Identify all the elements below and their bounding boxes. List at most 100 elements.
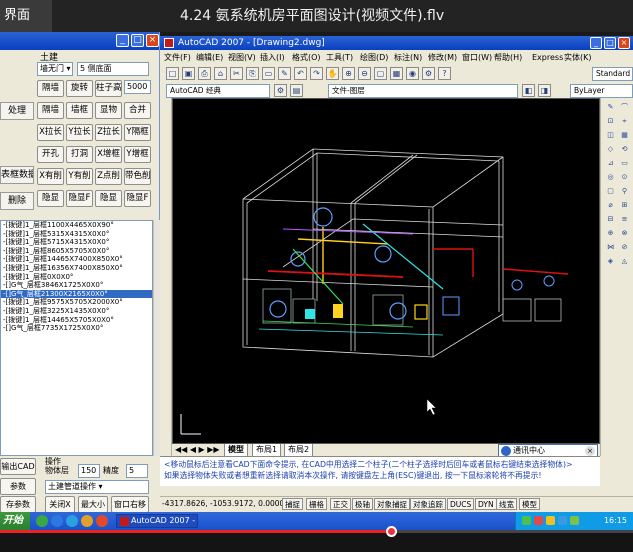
menu-item[interactable]: 修改(M) — [428, 51, 457, 64]
grid-button[interactable]: X有削 — [37, 168, 64, 185]
status-toggle[interactable]: 模型 — [519, 498, 540, 510]
menu-item[interactable]: Express — [532, 51, 563, 64]
modify-tool-icon[interactable]: ▢ — [605, 186, 616, 197]
modify-tool-icon[interactable]: ⋈ — [605, 242, 616, 253]
output-cad-button[interactable]: 输出CAD — [0, 458, 36, 475]
modify-tool-icon[interactable]: ⊕ — [605, 228, 616, 239]
list-item[interactable]: -[拨键]1_层框5315X4315X0X0° — [1, 230, 152, 239]
cad-maximize-button[interactable]: □ — [604, 37, 616, 49]
list-item[interactable]: -[拨键]1_层框1100X4465X0X90° — [1, 221, 152, 230]
modify-tool-icon[interactable]: ◎ — [605, 172, 616, 183]
start-button[interactable]: 开始 — [0, 512, 30, 530]
layer-manager-icon[interactable]: ▤ — [290, 84, 303, 97]
grid-button[interactable]: 显物 — [95, 102, 122, 119]
precision-field[interactable]: 5 — [126, 464, 148, 478]
color-combo[interactable]: ByLayer — [570, 84, 633, 98]
tray-icon-security[interactable] — [534, 516, 543, 525]
save-parameters-button[interactable]: 存参数 — [0, 496, 36, 513]
status-toggle[interactable]: DYN — [475, 498, 497, 510]
modify-tool-icon[interactable]: ⊟ — [605, 214, 616, 225]
grid-button[interactable]: 旋转 — [66, 80, 93, 97]
layer-field[interactable]: 150 — [78, 464, 100, 478]
grid-button[interactable]: Y拉长 — [66, 124, 93, 141]
toolbar-icon[interactable]: ↷ — [310, 67, 323, 80]
status-toggle[interactable]: 栅格 — [306, 498, 327, 510]
drawing-canvas[interactable] — [172, 98, 600, 444]
quick-launch-icon-1[interactable] — [36, 515, 48, 527]
modify-tool-icon[interactable]: ◫ — [605, 130, 616, 141]
command-window-scroll[interactable] — [600, 456, 633, 486]
tray-icon-network[interactable] — [522, 516, 531, 525]
toolbar-icon[interactable]: ↶ — [294, 67, 307, 80]
grid-button[interactable]: 隔墙 — [37, 102, 64, 119]
toolbar-icon[interactable]: ⌂ — [214, 67, 227, 80]
menu-item[interactable]: 标注(N) — [394, 51, 422, 64]
grid-button[interactable]: Y增框 — [124, 146, 151, 163]
quick-launch-icon-4[interactable] — [81, 515, 93, 527]
toolbar-icon[interactable]: ✂ — [230, 67, 243, 80]
grid-button[interactable]: 柱子高 — [95, 80, 122, 97]
grid-button[interactable]: 隔墙 — [37, 80, 64, 97]
cad-minimize-button[interactable]: _ — [590, 37, 602, 49]
list-item[interactable]: -[拨键]1_层框16356X7400X850X0° — [1, 264, 152, 273]
grid-button[interactable]: X拉长 — [37, 124, 64, 141]
modify-tool-icon[interactable]: ⊿ — [605, 158, 616, 169]
status-toggle[interactable]: 对象捕捉 — [374, 498, 410, 510]
layer-combo[interactable]: 文件-图层 — [328, 84, 518, 98]
grid-button[interactable]: X增框 — [95, 146, 122, 163]
status-toggle[interactable]: 线宽 — [496, 498, 517, 510]
modify-tool-icon[interactable]: ◇ — [605, 144, 616, 155]
grid-button[interactable]: 打洞 — [66, 146, 93, 163]
toolbar-icon[interactable]: ⊕ — [342, 67, 355, 80]
toolbar-icon[interactable]: ⎙ — [198, 67, 211, 80]
modify-tool-icon[interactable]: ◬ — [619, 256, 630, 267]
modify-tool-icon[interactable]: ▦ — [619, 130, 630, 141]
menu-item[interactable]: 实体(K) — [564, 51, 592, 64]
grid-button[interactable]: Y有削 — [66, 168, 93, 185]
cad-close-button[interactable]: × — [618, 37, 630, 49]
toolbar-icon[interactable]: ⎘ — [246, 67, 259, 80]
layer-previous-icon[interactable]: ◧ — [522, 84, 535, 97]
maximize-button[interactable]: □ — [131, 34, 144, 47]
toolbar-icon[interactable]: ▦ — [390, 67, 403, 80]
close-x-button[interactable]: 关闭X — [45, 496, 75, 513]
column-height-field[interactable]: 5000 — [124, 80, 151, 94]
modify-tool-icon[interactable]: ⟲ — [619, 144, 630, 155]
modify-tool-icon[interactable]: ⊗ — [619, 228, 630, 239]
toolbar-icon[interactable]: ✎ — [278, 67, 291, 80]
menu-item[interactable]: 格式(O) — [292, 51, 321, 64]
menu-item[interactable]: 窗口(W) — [462, 51, 492, 64]
progress-knob[interactable] — [386, 526, 398, 537]
grid-button[interactable]: 隐显F — [124, 190, 151, 207]
object-list[interactable]: -[拨键]1_层框1100X4465X0X90° -[拨键]1_层框5315X43… — [0, 220, 153, 456]
toolbar-icon[interactable]: ▢ — [374, 67, 387, 80]
list-item[interactable]: -[拨键]1_层框0X0X0° — [1, 273, 152, 282]
close-button[interactable]: × — [146, 34, 159, 47]
status-toggle[interactable]: 捕捉 — [282, 498, 303, 510]
grid-button[interactable]: Z点削 — [95, 168, 122, 185]
status-toggle[interactable]: 极轴 — [352, 498, 373, 510]
workspace-combo[interactable]: AutoCAD 经典 — [166, 84, 270, 98]
tray-icon-volume[interactable] — [546, 516, 555, 525]
modify-tool-icon[interactable]: ⊘ — [619, 242, 630, 253]
quick-launch-icon-2[interactable] — [51, 515, 63, 527]
close-bubble-icon[interactable]: × — [585, 446, 595, 456]
toolbar-icon[interactable]: ? — [438, 67, 451, 80]
make-current-icon[interactable]: ◨ — [538, 84, 551, 97]
workspace-settings-icon[interactable]: ⚙ — [274, 84, 287, 97]
toolbar-icon[interactable]: ◉ — [406, 67, 419, 80]
grid-button[interactable]: 合并 — [124, 102, 151, 119]
face-select[interactable]: 5 侧底面 — [77, 62, 149, 76]
menu-item[interactable]: 文件(F) — [164, 51, 191, 64]
parameters-button[interactable]: 参数 — [0, 478, 36, 495]
grid-button[interactable]: 隐显 — [37, 190, 64, 207]
modify-tool-icon[interactable]: ▭ — [619, 158, 630, 169]
modify-tool-icon[interactable]: ⌖ — [619, 116, 630, 127]
tray-icon-im[interactable] — [558, 516, 567, 525]
grid-button[interactable]: 墙框 — [66, 102, 93, 119]
list-item[interactable]: -[]G气_层框3846X1725X0X0° — [1, 281, 152, 290]
menu-item[interactable]: 绘图(D) — [360, 51, 388, 64]
toolbar-icon[interactable]: ▭ — [262, 67, 275, 80]
menu-item[interactable]: 帮助(H) — [494, 51, 522, 64]
grid-button[interactable]: Y隔框 — [124, 124, 151, 141]
